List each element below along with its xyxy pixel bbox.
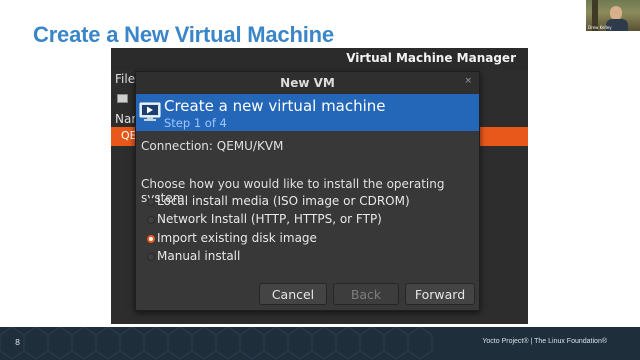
close-icon[interactable]: × (464, 76, 472, 86)
connection-label: Connection: QEMU/KVM (141, 139, 284, 153)
radio-button-selected[interactable] (147, 235, 155, 243)
footer-credit: Yocto Project® | The Linux Foundation® (482, 338, 607, 345)
forward-button[interactable]: Forward (405, 283, 475, 305)
option-label: Local install media (ISO image or CDROM) (157, 194, 410, 208)
dialog-title: New VM (280, 76, 335, 90)
radio-button[interactable] (147, 216, 155, 224)
radio-button[interactable] (147, 253, 155, 261)
webcam-video: Drew Kelley (586, 0, 640, 31)
option-label: Manual install (157, 249, 241, 263)
wizard-header-banner: Create a new virtual machine Step 1 of 4 (136, 94, 479, 131)
vmm-window-title: Virtual Machine Manager (346, 51, 516, 65)
back-button[interactable]: Back (333, 283, 399, 305)
presenter-head (610, 6, 622, 20)
menu-file[interactable]: File (115, 72, 135, 86)
page-number: 8 (15, 338, 21, 347)
cancel-button[interactable]: Cancel (259, 283, 327, 305)
slide-footer: 8 Yocto Project® | The Linux Foundation® (0, 327, 640, 360)
wizard-step-indicator: Step 1 of 4 (164, 116, 227, 130)
option-label: Network Install (HTTP, HTTPS, or FTP) (157, 212, 382, 226)
slide-title: Create a New Virtual Machine (33, 22, 334, 47)
presenter-name-tag: Drew Kelley (588, 25, 612, 30)
dialog-titlebar: New VM × (136, 72, 479, 94)
wizard-heading: Create a new virtual machine (164, 97, 386, 115)
vmm-titlebar: Virtual Machine Manager (111, 48, 528, 70)
option-label: Import existing disk image (157, 231, 317, 245)
new-vm-dialog: New VM × Create a new virtual machine St… (135, 71, 480, 311)
monitor-play-icon (139, 102, 161, 121)
radio-button[interactable] (147, 198, 155, 206)
new-vm-toolbar-icon[interactable] (117, 94, 128, 103)
